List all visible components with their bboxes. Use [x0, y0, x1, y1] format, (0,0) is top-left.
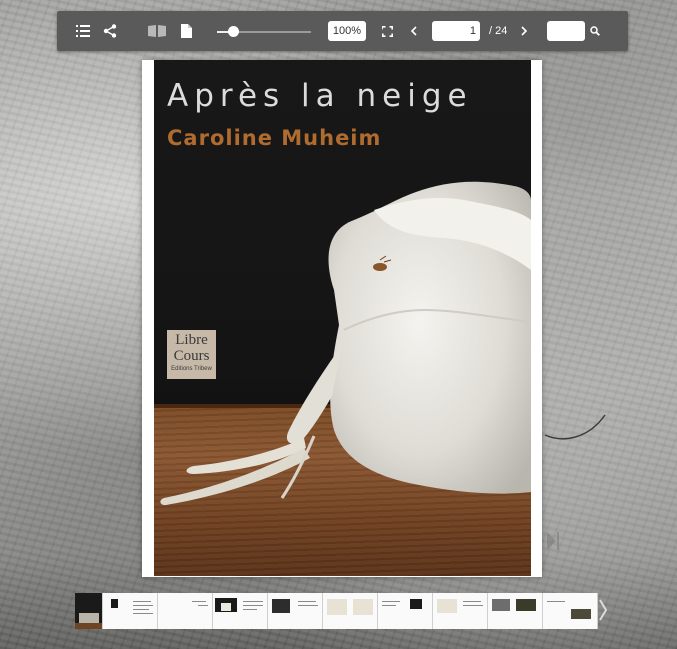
page-number-input[interactable]	[432, 21, 480, 41]
zoom-level-display[interactable]: 100%	[328, 21, 366, 41]
zoom-slider[interactable]	[217, 26, 311, 37]
thumbnail-page-6-7[interactable]	[213, 593, 268, 629]
publisher-logo-line1: Libre	[175, 332, 208, 348]
search-input[interactable]	[547, 21, 585, 41]
list-icon[interactable]	[73, 11, 93, 51]
thumbnail-page-10-11[interactable]	[323, 593, 378, 629]
book-page[interactable]: Après la neige Caroline Muheim Libre Cou…	[142, 60, 542, 577]
thumbnail-page-4-5[interactable]	[158, 593, 213, 629]
chevron-right-icon[interactable]	[517, 11, 531, 51]
fullscreen-icon[interactable]	[379, 11, 395, 51]
thumbnail-page-14-15[interactable]	[433, 593, 488, 629]
share-icon[interactable]	[100, 11, 120, 51]
page-total-label: / 24	[489, 25, 508, 37]
publisher-logo-line2: Cours	[173, 348, 210, 364]
thumbnail-page-16-17[interactable]	[488, 593, 543, 629]
thumbnail-page-18-19[interactable]	[543, 593, 598, 629]
double-page-icon[interactable]	[146, 11, 168, 51]
chevron-left-icon[interactable]	[406, 11, 420, 51]
next-page-arrow-icon[interactable]	[546, 531, 560, 551]
publisher-logo-line3: Editions Tribew	[171, 366, 212, 372]
zoom-slider-knob[interactable]	[227, 26, 239, 37]
single-page-icon[interactable]	[178, 11, 194, 51]
publisher-logo: Libre Cours Editions Tribew	[167, 330, 216, 379]
book-title: Après la neige	[167, 78, 473, 114]
thumbnail-scroll-right-icon[interactable]	[599, 596, 607, 624]
thumbnail-strip	[75, 593, 605, 629]
viewer-toolbar: 100% / 24	[57, 11, 628, 51]
thumbnail-page-1[interactable]	[75, 593, 103, 629]
book-author: Caroline Muheim	[167, 126, 382, 150]
thumbnail-page-8-9[interactable]	[268, 593, 323, 629]
search-icon[interactable]	[588, 11, 602, 51]
page-curl-hint[interactable]	[543, 405, 609, 445]
book-cover: Après la neige Caroline Muheim Libre Cou…	[154, 60, 531, 576]
thumbnail-page-2-3[interactable]	[103, 593, 158, 629]
thumbnail-page-12-13[interactable]	[378, 593, 433, 629]
